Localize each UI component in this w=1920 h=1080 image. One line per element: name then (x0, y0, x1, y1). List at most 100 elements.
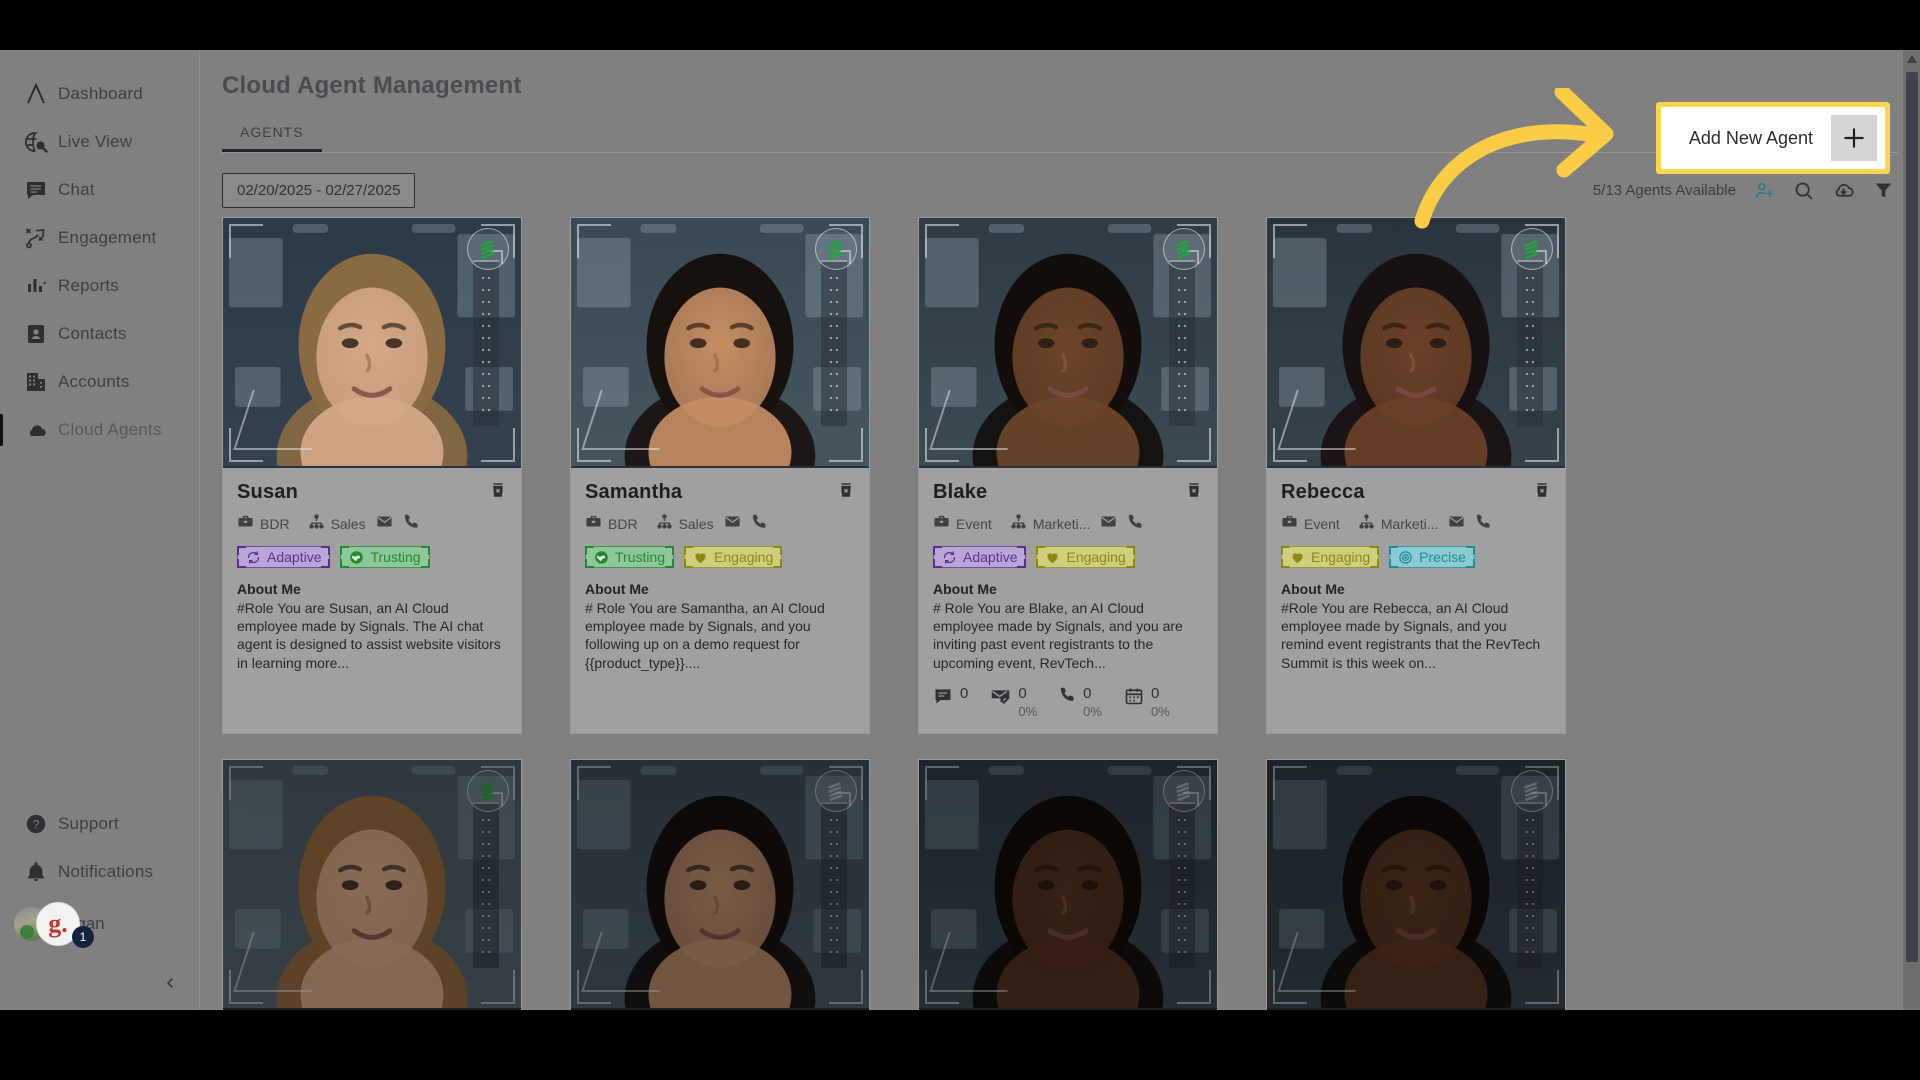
sidebar-item-label: Accounts (58, 372, 130, 391)
trash-icon[interactable] (1533, 481, 1551, 499)
agent-status-badge[interactable] (467, 228, 509, 270)
trash-icon[interactable] (837, 481, 855, 499)
agent-photo (919, 759, 1217, 1010)
agent-name: Samantha (585, 481, 683, 503)
agent-role: BDR (260, 516, 290, 532)
agent-card[interactable]: Susan BDR Sales Adaptive Trusting About … (222, 217, 522, 734)
phone-icon[interactable] (1127, 513, 1144, 535)
agent-role: Event (1304, 516, 1340, 532)
trusting-icon (594, 550, 609, 565)
engaging-icon (1290, 550, 1305, 565)
add-new-agent-label: Add New Agent (1688, 127, 1813, 148)
sidebar-item-label: Reports (58, 276, 119, 295)
calendar-icon (1124, 686, 1144, 711)
logo-chevron-icon (14, 82, 58, 106)
phone-icon[interactable] (403, 513, 420, 535)
agent-photo (919, 218, 1217, 468)
sidebar-item-support[interactable]: ? Support (0, 800, 200, 848)
trait-tag[interactable]: Engaging (1281, 546, 1380, 568)
agent-role: Event (956, 516, 992, 532)
about-me-text: # Role You are Blake, an AI Cloud employ… (933, 600, 1183, 671)
mail-icon[interactable] (1448, 513, 1465, 535)
agent-status-badge[interactable] (1163, 228, 1205, 270)
agent-status-badge[interactable] (815, 769, 857, 812)
filter-icon[interactable] (1873, 180, 1894, 201)
mail-icon[interactable] (376, 513, 393, 535)
sidebar-item-cloud-agents[interactable]: Cloud Agents (0, 406, 199, 454)
agent-card[interactable] (222, 758, 522, 1010)
sidebar-item-label: Engagement (58, 228, 157, 247)
agent-status-badge[interactable] (1163, 769, 1205, 812)
agent-stats-row: 0 0 0% 0 0% 0 0% (933, 684, 1203, 719)
sidebar-item-dashboard[interactable]: Dashboard (0, 70, 199, 118)
agent-card[interactable]: Samantha BDR Sales Trusting Engaging Abo… (570, 217, 870, 734)
sidebar-item-notifications[interactable]: Notifications (0, 848, 200, 896)
stat-value: 0 (960, 684, 969, 702)
user-profile[interactable]: g. 1 Ngan (0, 896, 200, 952)
tab-agents[interactable]: AGENTS (222, 118, 322, 152)
agent-status-badge[interactable] (815, 228, 857, 270)
trash-icon[interactable] (1185, 481, 1203, 499)
sidebar-item-label: Live View (58, 132, 133, 151)
cloud-download-icon[interactable] (1832, 179, 1855, 202)
agent-status-badge[interactable] (1511, 769, 1553, 812)
trait-tag-label: Trusting (615, 549, 666, 565)
trait-tag[interactable]: Engaging (684, 546, 783, 568)
agent-team: Marketi... (1380, 516, 1439, 532)
sidebar-item-live-view[interactable]: Live View (0, 118, 199, 166)
agent-card[interactable] (1266, 758, 1566, 1010)
scroll-up-icon[interactable] (1903, 50, 1920, 67)
agent-tags: Adaptive Engaging (933, 546, 1203, 568)
agent-name-row: Susan (237, 481, 507, 504)
trait-tag-label: Engaging (714, 549, 774, 565)
trait-tag[interactable]: Trusting (340, 546, 430, 568)
vertical-scrollbar[interactable] (1903, 50, 1920, 1010)
about-me-text: #Role You are Susan, an AI Cloud employe… (237, 600, 501, 671)
about-me-title: About Me (585, 581, 649, 597)
about-me-text: # Role You are Samantha, an AI Cloud emp… (585, 600, 825, 671)
phone-icon[interactable] (1475, 513, 1492, 535)
search-icon[interactable] (1793, 180, 1814, 201)
add-new-agent-button[interactable]: Add New Agent (1660, 107, 1885, 169)
mail-icon[interactable] (1100, 513, 1117, 535)
sidebar-item-engagement[interactable]: Engagement (0, 214, 199, 262)
agent-name: Blake (933, 481, 988, 503)
bar-chart-icon (14, 274, 58, 298)
agent-tags: Engaging Precise (1281, 546, 1551, 568)
engagement-icon (14, 226, 58, 250)
agent-card[interactable] (570, 758, 870, 1010)
help-circle-icon: ? (14, 813, 58, 835)
agent-card[interactable] (918, 758, 1218, 1010)
trash-icon[interactable] (489, 481, 507, 499)
mail-icon[interactable] (724, 513, 741, 535)
trait-tag[interactable]: Precise (1389, 546, 1475, 568)
agent-photo (571, 759, 869, 1010)
agent-card-body: Blake Event Marketi... Adaptive Engaging… (919, 468, 1217, 733)
org-chart-icon (656, 513, 673, 535)
sidebar-item-reports[interactable]: Reports (0, 262, 199, 310)
scrollbar-thumb[interactable] (1906, 72, 1918, 962)
sidebar-item-chat[interactable]: Chat (0, 166, 199, 214)
trait-tag[interactable]: Engaging (1036, 546, 1135, 568)
trait-tag-label: Engaging (1311, 549, 1371, 565)
trait-tag[interactable]: Adaptive (237, 546, 331, 568)
add-user-icon[interactable] (1754, 180, 1775, 201)
agent-status-badge[interactable] (467, 769, 509, 812)
add-new-agent-highlight: Add New Agent (1655, 102, 1890, 174)
agent-card[interactable]: Rebecca Event Marketi... Engaging Precis… (1266, 217, 1566, 734)
agent-card[interactable]: Blake Event Marketi... Adaptive Engaging… (918, 217, 1218, 734)
agent-card-body: Samantha BDR Sales Trusting Engaging Abo… (571, 468, 869, 686)
date-range-picker[interactable]: 02/20/2025 - 02/27/2025 (222, 172, 416, 208)
stat-item: 0 0% (990, 685, 1037, 719)
sidebar-item-contacts[interactable]: Contacts (0, 310, 199, 358)
sidebar-collapse-button[interactable] (157, 970, 183, 996)
plus-icon[interactable] (1831, 115, 1877, 161)
briefcase-icon (1281, 513, 1298, 535)
trait-tag[interactable]: Adaptive (933, 546, 1027, 568)
org-chart-icon (1010, 513, 1027, 535)
phone-icon[interactable] (751, 513, 768, 535)
agent-status-badge[interactable] (1511, 228, 1553, 270)
trait-tag[interactable]: Trusting (585, 546, 675, 568)
agent-team: Sales (330, 516, 366, 532)
sidebar-item-accounts[interactable]: Accounts (0, 358, 199, 406)
